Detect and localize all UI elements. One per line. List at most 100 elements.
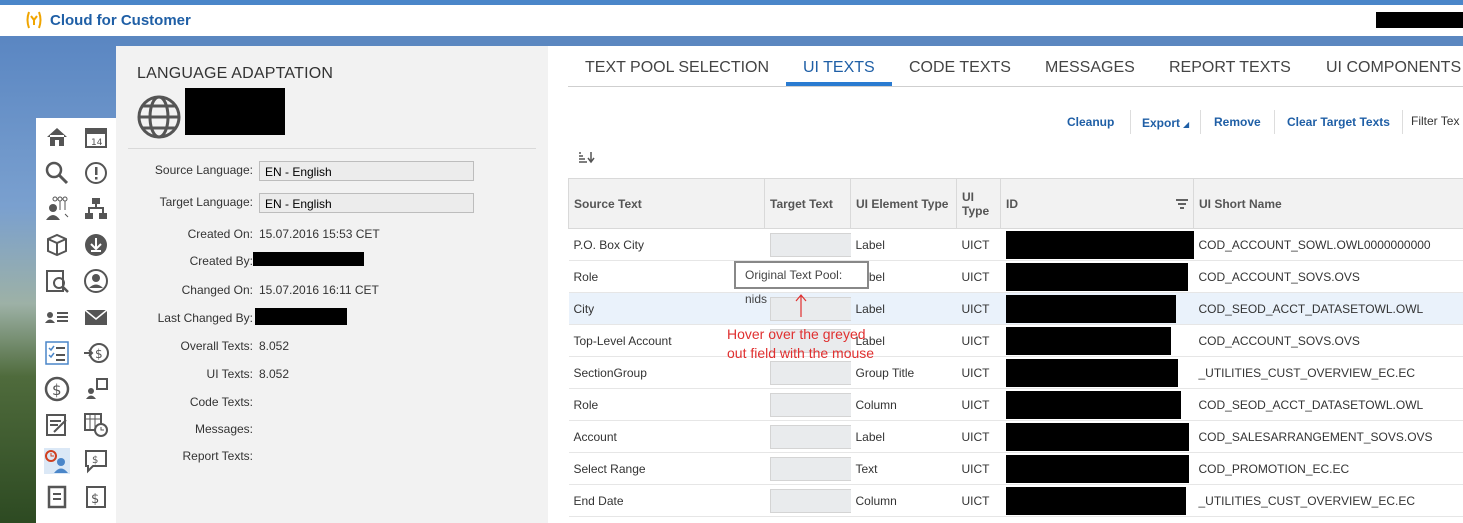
column-header-ui-type[interactable]: UI Type <box>956 178 1001 229</box>
ui-element-type-cell: Label <box>850 292 957 325</box>
overall-texts-value: 8.052 <box>259 339 290 353</box>
ui-type-cell: UICT <box>956 292 1001 325</box>
object-name-redacted <box>185 88 285 135</box>
target-text-field[interactable] <box>769 360 851 385</box>
id-cell <box>1000 292 1194 325</box>
language-adaptation-panel: LANGUAGE ADAPTATION Source Language: EN … <box>116 46 548 523</box>
export-button[interactable]: Export ◢ <box>1142 116 1189 130</box>
analysis-icon[interactable] <box>44 268 70 294</box>
table-row[interactable]: Role Label UICT COD_ACCOUNT_SOVS.OVS <box>568 260 1463 293</box>
target-text-cell[interactable] <box>764 388 851 421</box>
table-row[interactable]: End Date Column UICT _UTILITIES_CUST_OVE… <box>568 484 1463 517</box>
table-row[interactable]: Top-Level Account Label UICT COD_ACCOUNT… <box>568 324 1463 357</box>
ui-short-name-cell: COD_SEOD_ACCT_DATASETOWL.OWL <box>1193 292 1463 325</box>
ui-texts-value: 8.052 <box>259 367 290 381</box>
filter-input[interactable]: Filter Tex <box>1411 114 1459 128</box>
target-text-field[interactable] <box>769 232 851 257</box>
table-row[interactable]: P.O. Box City Label UICT COD_ACCOUNT_SOW… <box>568 228 1463 261</box>
id-redacted <box>1005 454 1189 483</box>
messages-label: Messages: <box>194 422 253 436</box>
column-header-ui-short-name[interactable]: UI Short Name <box>1193 178 1463 229</box>
clear-target-texts-button[interactable]: Clear Target Texts <box>1287 115 1390 129</box>
table-row[interactable]: Account Label UICT COD_SALESARRANGEMENT_… <box>568 420 1463 453</box>
user-name-redacted[interactable] <box>1376 12 1463 28</box>
target-text-cell[interactable] <box>764 484 851 517</box>
target-text-cell[interactable] <box>764 420 851 453</box>
checklist-icon[interactable] <box>44 340 70 366</box>
contract-icon[interactable] <box>44 484 70 510</box>
target-language-field[interactable]: EN - English <box>259 193 474 213</box>
svg-text:$: $ <box>91 492 99 507</box>
tab-ui-components[interactable]: UI COMPONENTS <box>1326 59 1461 77</box>
table-row[interactable]: City Label UICT COD_SEOD_ACCT_DATASETOWL… <box>568 292 1463 325</box>
remove-button[interactable]: Remove <box>1214 115 1261 129</box>
column-header-source-text[interactable]: Source Text <box>568 178 765 229</box>
ui-texts-label: UI Texts: <box>206 367 253 381</box>
download-icon[interactable] <box>83 232 109 258</box>
ui-short-name-cell: COD_PROMOTION_EC.EC <box>1193 452 1463 485</box>
target-text-cell[interactable] <box>764 452 851 485</box>
invoice-icon[interactable]: $ <box>83 484 109 510</box>
cleanup-button[interactable]: Cleanup <box>1067 115 1114 129</box>
user-profile-icon[interactable] <box>83 268 109 294</box>
toolbar-divider <box>1402 110 1403 134</box>
toolbar-divider <box>1274 110 1275 134</box>
table-row[interactable]: SectionGroup Group Title UICT _UTILITIES… <box>568 356 1463 389</box>
sort-icon[interactable] <box>578 150 596 164</box>
filter-icon[interactable] <box>1176 198 1188 209</box>
target-text-field[interactable] <box>769 392 851 417</box>
id-redacted <box>1005 294 1176 323</box>
source-text-cell: Select Range <box>568 452 765 485</box>
ui-short-name-cell: _UTILITIES_CUST_OVERVIEW_EC.EC <box>1193 484 1463 517</box>
id-cell <box>1000 228 1194 261</box>
id-cell <box>1000 420 1194 453</box>
tab-report-texts[interactable]: REPORT TEXTS <box>1169 59 1291 77</box>
calendar-icon[interactable]: 14 <box>83 124 109 150</box>
contact-list-icon[interactable] <box>44 304 70 330</box>
mail-icon[interactable] <box>83 304 109 330</box>
schedule-table-icon[interactable] <box>83 412 109 438</box>
column-header-id[interactable]: ID <box>1000 178 1194 229</box>
dollar-circle-icon[interactable]: $ <box>44 376 70 402</box>
annotation-arrow-icon <box>795 294 807 317</box>
id-cell <box>1000 356 1194 389</box>
currency-convert-icon[interactable]: $ <box>83 340 109 366</box>
product-icon[interactable] <box>44 232 70 258</box>
edit-document-icon[interactable] <box>44 412 70 438</box>
svg-text:14: 14 <box>91 138 103 148</box>
time-user-icon[interactable] <box>44 448 70 474</box>
table-row[interactable]: Select Range Text UICT COD_PROMOTION_EC.… <box>568 452 1463 485</box>
annotation-note: Hover over the greyed out field with the… <box>727 326 875 361</box>
globe-icon <box>137 95 181 139</box>
column-header-ui-element-type[interactable]: UI Element Type <box>850 178 957 229</box>
team-icon[interactable] <box>44 196 70 222</box>
source-language-field[interactable]: EN - English <box>259 161 474 181</box>
id-cell <box>1000 260 1194 293</box>
target-text-cell[interactable] <box>764 228 851 261</box>
ui-element-type-cell: Text <box>850 452 957 485</box>
chat-icon[interactable]: $ <box>83 448 109 474</box>
user-exchange-icon[interactable] <box>83 376 109 402</box>
alert-icon[interactable] <box>83 160 109 186</box>
id-cell <box>1000 388 1194 421</box>
home-icon[interactable] <box>44 124 70 150</box>
tab-ui-texts[interactable]: UI TEXTS <box>803 59 875 77</box>
target-text-field[interactable] <box>769 456 851 481</box>
target-text-cell[interactable] <box>764 292 851 325</box>
tab-code-texts[interactable]: CODE TEXTS <box>909 59 1011 77</box>
column-header-target-text[interactable]: Target Text <box>764 178 851 229</box>
org-structure-icon[interactable] <box>83 196 109 222</box>
target-text-field[interactable] <box>769 488 851 513</box>
table-row[interactable]: Role Column UICT COD_SEOD_ACCT_DATASETOW… <box>568 388 1463 421</box>
dropdown-triangle-icon: ◢ <box>1183 120 1190 129</box>
target-text-field[interactable] <box>769 296 851 321</box>
target-text-field[interactable] <box>769 424 851 449</box>
tab-text-pool-selection[interactable]: TEXT POOL SELECTION <box>585 59 769 77</box>
created-by-label: Created By: <box>189 254 253 268</box>
tab-messages[interactable]: MESSAGES <box>1045 59 1135 77</box>
created-by-redacted <box>253 252 364 266</box>
search-icon[interactable] <box>44 160 70 186</box>
navigation-icon-bar: 14 $ $ $ $ <box>36 118 116 523</box>
created-on-label: Created On: <box>187 227 253 241</box>
app-title[interactable]: Cloud for Customer <box>50 12 191 29</box>
